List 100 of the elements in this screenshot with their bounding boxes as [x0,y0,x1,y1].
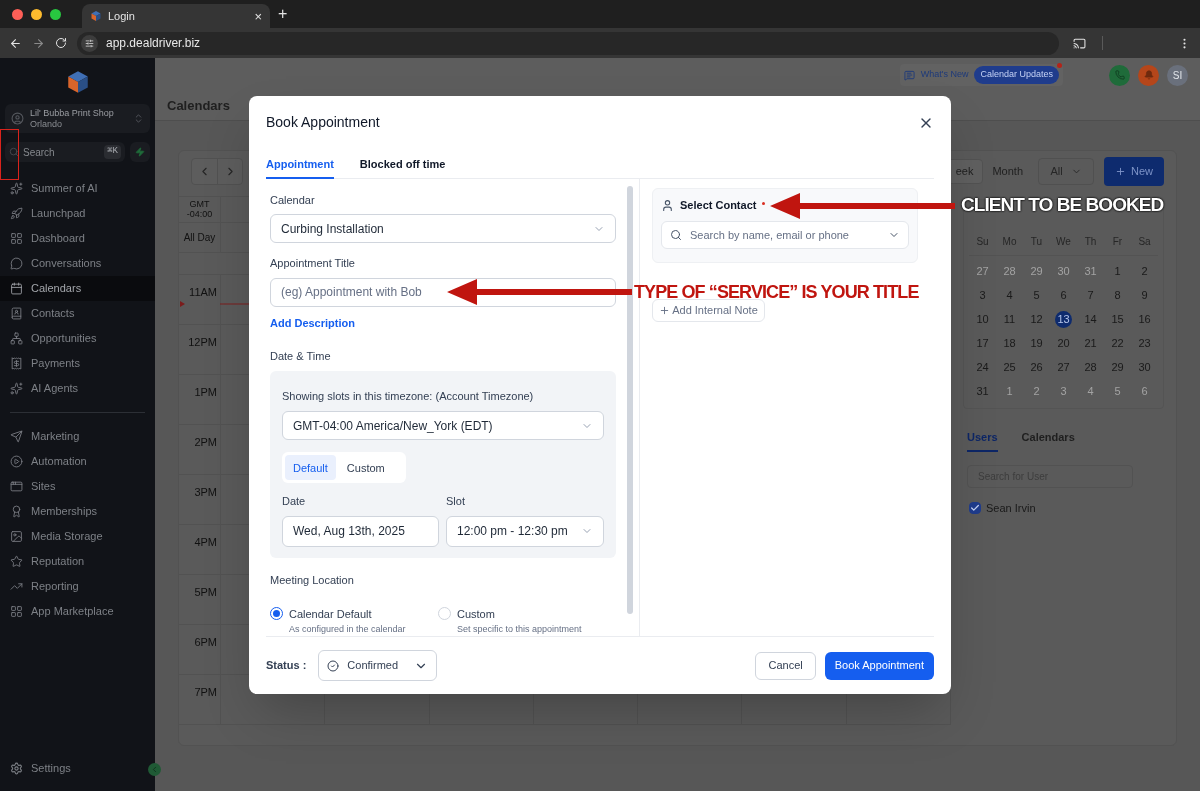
cancel-button[interactable]: Cancel [755,651,816,680]
calendar-day[interactable]: 6 [1136,383,1153,400]
calendar-day[interactable]: 12 [1028,311,1045,328]
sidebar-item[interactable]: Contacts [0,301,155,326]
location-option[interactable]: Calendar Default As configured in the calendar [270,606,420,637]
cast-icon[interactable] [1073,36,1086,50]
calendar-day[interactable]: 10 [974,311,991,328]
close-window-icon[interactable] [12,8,23,20]
minimize-window-icon[interactable] [31,8,42,20]
calendar-day[interactable]: 1 [1001,383,1018,400]
calendar-day[interactable]: 2 [1136,263,1153,280]
sidebar-item[interactable]: Marketing [0,424,155,449]
sidebar-item[interactable]: Media Storage [0,524,155,549]
calendar-day[interactable]: 29 [1109,359,1126,376]
calendar-day[interactable]: 14 [1082,311,1099,328]
dialog-tab[interactable]: Appointment [266,149,334,179]
sidebar-item[interactable]: Reporting [0,574,155,599]
new-button[interactable]: New [1104,156,1164,186]
add-note-button[interactable]: Add Internal Note [652,298,765,322]
add-description-link[interactable]: Add Description [270,314,616,332]
calendar-day[interactable]: 24 [974,359,991,376]
sidebar-item[interactable]: Opportunities [0,326,155,351]
user-checkbox[interactable] [969,501,981,514]
calendar-day[interactable]: 17 [974,335,991,352]
status-dropdown[interactable]: Confirmed [318,650,438,682]
book-appointment-button[interactable]: Book Appointment [824,651,934,680]
calendar-day[interactable]: 13 [1055,311,1072,328]
sidebar-item[interactable]: Memberships [0,499,155,524]
calendar-day[interactable]: 23 [1136,335,1153,352]
slot-mode-tab[interactable]: Default [285,455,336,481]
sidebar-item[interactable]: Reputation [0,549,155,574]
calendar-day[interactable]: 29 [1028,263,1045,280]
sidebar-item[interactable]: Conversations [0,251,155,276]
timezone-select[interactable]: GMT-04:00 America/New_York (EDT) [282,411,604,441]
calendar-day[interactable]: 5 [1028,287,1045,304]
sidebar-item[interactable]: AI Agents [0,376,155,401]
calendar-day[interactable]: 30 [1055,263,1072,280]
calendar-day[interactable]: 20 [1055,335,1072,352]
panel-tab[interactable]: Users [967,429,998,452]
appointment-title-field[interactable]: (eg) Appointment with Bob [270,277,616,307]
calendar-day[interactable]: 26 [1028,359,1045,376]
sidebar-item[interactable]: Automation [0,449,155,474]
calendar-day[interactable]: 15 [1109,311,1126,328]
calendar-day[interactable]: 19 [1028,335,1045,352]
calendar-day[interactable]: 16 [1136,311,1153,328]
new-tab-button[interactable]: + [278,6,288,22]
settings-item[interactable]: Settings [0,756,81,781]
calendar-day[interactable]: 31 [1082,263,1099,280]
calendar-day[interactable]: 4 [1001,287,1018,304]
updates-badge[interactable]: Calendar Updates [974,66,1059,84]
whats-new-link[interactable]: What's New [920,68,969,82]
calendar-day[interactable]: 3 [974,287,991,304]
user-avatar[interactable]: SI [1167,64,1188,86]
site-settings-icon[interactable] [85,38,94,48]
sidebar-item[interactable]: Dashboard [0,226,155,251]
sidebar-item[interactable]: Payments [0,351,155,376]
dialog-tab[interactable]: Blocked off time [359,149,446,179]
calendar-day[interactable]: 7 [1082,287,1099,304]
location-option[interactable]: Custom Set specific to this appointment [438,606,588,637]
calendar-select[interactable]: Curbing Installation [270,214,616,244]
back-icon[interactable] [9,36,22,50]
calendar-day[interactable]: 4 [1082,383,1099,400]
calendar-day[interactable]: 9 [1136,287,1153,304]
reload-icon[interactable] [55,37,67,49]
calendar-day[interactable]: 22 [1109,335,1126,352]
calendar-day[interactable]: 27 [1055,359,1072,376]
calendar-day[interactable]: 6 [1055,287,1072,304]
contact-search-field[interactable]: Search by name, email or phone [661,221,909,250]
panel-tab[interactable]: Calendars [1021,429,1075,452]
calendar-day[interactable]: 3 [1055,383,1072,400]
calendar-day[interactable]: 5 [1109,383,1126,400]
account-switcher[interactable]: Lil' Bubba Print Shop Orlando [5,104,150,133]
calendar-day[interactable]: 25 [1001,359,1018,376]
calendar-day[interactable]: 8 [1109,287,1126,304]
browser-tab[interactable]: Login × [82,4,270,28]
calendar-day[interactable]: 1 [1109,263,1126,280]
scrollbar[interactable] [626,185,633,615]
calendar-day[interactable]: 30 [1136,359,1153,376]
calendar-day[interactable]: 31 [974,383,991,400]
sidebar-item[interactable]: App Marketplace [0,599,155,624]
calendar-day[interactable]: 18 [1001,335,1018,352]
sidebar-item[interactable]: Calendars [0,276,155,301]
calendar-day[interactable]: 11 [1001,311,1018,328]
date-field[interactable]: Wed, Aug 13th, 2025 [282,515,439,547]
maximize-window-icon[interactable] [50,8,61,20]
view-tab[interactable]: Month [983,158,1032,184]
slot-mode-tab[interactable]: Custom [338,455,393,481]
address-bar[interactable]: app.dealdriver.biz [77,31,1059,55]
sidebar-item[interactable]: Launchpad [0,201,155,226]
quick-action-button[interactable] [130,142,150,162]
sidebar-item[interactable]: Summer of AI [0,176,155,201]
forward-icon[interactable] [32,36,45,50]
sidebar-item[interactable]: Sites [0,474,155,499]
calendar-day[interactable]: 28 [1082,359,1099,376]
tab-close-button[interactable]: × [254,9,262,23]
search-field[interactable]: Search ⌘K [5,142,125,162]
slot-select[interactable]: 12:00 pm - 12:30 pm [446,515,604,547]
calendar-day[interactable]: 28 [1001,263,1018,280]
calendar-day[interactable]: 2 [1028,383,1045,400]
calendar-day[interactable]: 27 [974,263,991,280]
